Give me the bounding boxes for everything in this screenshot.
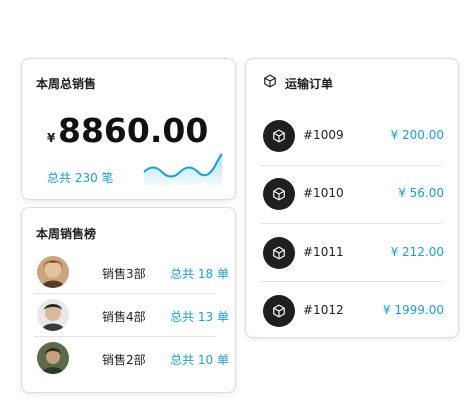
order-price: ¥ 212.00	[390, 245, 444, 259]
weekly-ranking-card: 本周销售榜 销售3部 总共 18 单 销售4部 总共 13 单 销售2部 总共 …	[21, 207, 236, 393]
divider	[260, 223, 442, 224]
ranking-total: 总共 10 单	[170, 353, 229, 367]
order-id: #1009	[303, 128, 344, 142]
weekly-ranking-title: 本周销售榜	[36, 227, 97, 241]
order-row[interactable]: #1009 ¥ 200.00	[260, 117, 444, 155]
weekly-sales-title: 本周总销售	[36, 77, 97, 91]
order-id: #1010	[303, 186, 344, 200]
ranking-row[interactable]: 销售4部 总共 13 单	[34, 295, 229, 335]
ranking-total: 总共 18 单	[170, 267, 229, 281]
order-price: ¥ 56.00	[398, 186, 444, 200]
package-icon	[273, 246, 285, 260]
order-price: ¥ 200.00	[390, 128, 444, 142]
package-icon	[273, 187, 285, 201]
divider	[260, 281, 442, 282]
avatar	[37, 256, 69, 288]
avatar	[37, 342, 69, 374]
divider	[260, 165, 442, 166]
order-badge	[263, 295, 295, 327]
sales-count: 总共 230 笔	[47, 171, 114, 185]
order-price: ¥ 1999.00	[382, 303, 444, 317]
order-badge	[263, 178, 295, 210]
order-row[interactable]: #1012 ¥ 1999.00	[260, 292, 444, 330]
ranking-dept: 销售4部	[102, 310, 146, 324]
shipping-orders-title: 运输订单	[285, 77, 334, 91]
ranking-total: 总共 13 单	[170, 310, 229, 324]
sales-amount: 8860.00	[58, 111, 209, 150]
package-icon	[273, 304, 285, 318]
order-id: #1012	[303, 303, 344, 317]
divider	[34, 293, 216, 294]
weekly-sales-card: 本周总销售 ¥ 8860.00 总共 230 笔	[21, 58, 236, 200]
order-badge	[263, 120, 295, 152]
sales-sparkline	[143, 153, 223, 185]
currency-symbol: ¥	[47, 131, 56, 145]
ranking-row[interactable]: 销售3部 总共 18 单	[34, 252, 229, 292]
ranking-row[interactable]: 销售2部 总共 10 单	[34, 338, 229, 378]
order-row[interactable]: #1011 ¥ 212.00	[260, 234, 444, 272]
ranking-dept: 销售2部	[102, 353, 146, 367]
package-icon	[264, 74, 276, 88]
ranking-dept: 销售3部	[102, 267, 146, 281]
order-row[interactable]: #1010 ¥ 56.00	[260, 175, 444, 213]
package-icon	[273, 129, 285, 143]
order-badge	[263, 237, 295, 269]
divider	[34, 336, 216, 337]
avatar	[37, 299, 69, 331]
shipping-orders-card: 运输订单 #1009 ¥ 200.00 #1010 ¥ 56.00 #1011 …	[245, 58, 459, 338]
order-id: #1011	[303, 245, 344, 259]
